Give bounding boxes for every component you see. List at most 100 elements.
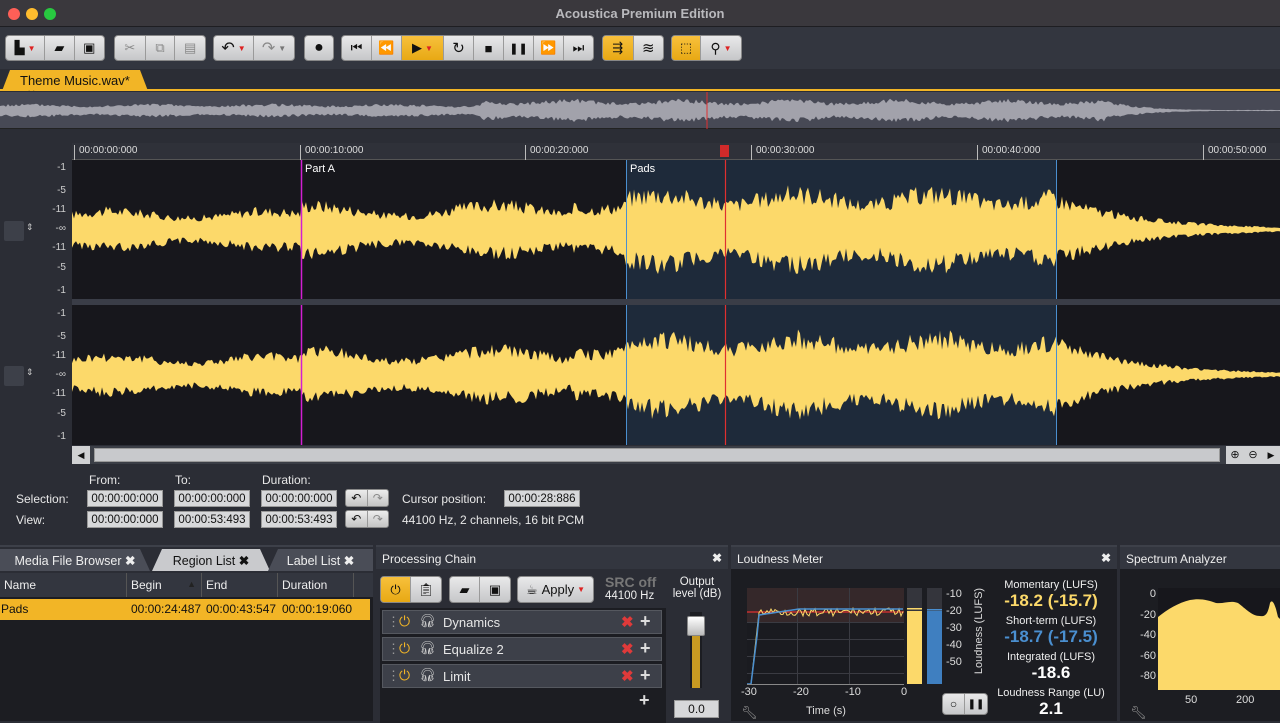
fast-forward-button[interactable]: ⏩ <box>534 36 564 60</box>
reset-meter-button[interactable]: ○ <box>943 694 965 714</box>
paste-button[interactable]: ▤ <box>175 36 205 60</box>
column-header-begin[interactable]: Begin ▲ <box>127 573 202 597</box>
zoom-tool-button[interactable]: ⚲ ▼ <box>701 36 741 60</box>
horizontal-scrollbar[interactable]: ◀ ⊕ ⊖ ▶ <box>72 446 1280 464</box>
add-effect-icon[interactable]: + <box>640 665 651 686</box>
headphones-icon[interactable]: 🎧︎ <box>419 613 436 629</box>
tab-media-file-browser[interactable]: Media File Browser ✖ <box>0 549 150 571</box>
cut-button[interactable]: ✂ <box>115 36 146 60</box>
close-tab-icon[interactable]: ✖ <box>239 554 249 568</box>
redo-button[interactable]: ↷ ▼ <box>254 36 294 60</box>
time-ruler[interactable]: 00:00:00:000 00:00:10:000 00:00:20:000 0… <box>72 143 1280 160</box>
chain-bypass-button[interactable]: ⏻ <box>381 577 411 602</box>
y-tick: -40 <box>1140 629 1156 641</box>
apply-button[interactable]: ☕︎ Apply ▼ <box>517 576 594 603</box>
wrench-icon[interactable]: 🔧︎ <box>1130 705 1147 721</box>
selection-duration-field[interactable]: 00:00:00:000 <box>261 490 337 507</box>
spectral-view-button[interactable]: ≋ <box>634 36 664 60</box>
channel-height-icon[interactable]: ⇕ <box>26 367 34 378</box>
remove-effect-icon[interactable]: ✖ <box>621 640 634 658</box>
effect-row[interactable]: ⋮ ⏻ 🎧︎ Equalize 2 ✖ + <box>382 637 662 661</box>
new-file-button[interactable]: ▙ ▼ <box>6 36 46 60</box>
headphones-icon[interactable]: 🎧︎ <box>419 640 436 656</box>
channel-height-icon[interactable]: ⇕ <box>26 222 34 233</box>
playhead-marker[interactable] <box>720 145 729 157</box>
add-effect-button[interactable]: + <box>639 690 650 711</box>
effect-power-icon[interactable]: ⏻ <box>399 613 410 630</box>
zoom-out-button[interactable]: ⊖ <box>1244 446 1262 464</box>
play-button[interactable]: ▶ ▼ <box>402 36 444 60</box>
save-button[interactable]: ▣ <box>75 36 104 60</box>
view-duration-field[interactable]: 00:00:53:493 <box>261 511 337 528</box>
loop-button[interactable]: ↻ <box>444 36 474 60</box>
pause-meter-button[interactable]: ❚❚ <box>965 694 987 714</box>
effect-row[interactable]: ⋮ ⏻ 🎧︎ Dynamics ✖ + <box>382 610 662 634</box>
chain-clipboard-button[interactable]: 📋︎ <box>411 577 441 602</box>
view-to-field[interactable]: 00:00:53:493 <box>174 511 250 528</box>
scrub-button[interactable]: ⇶ <box>603 36 634 60</box>
close-tab-icon[interactable]: ✖ <box>125 554 135 568</box>
view-redo-button[interactable]: ↷ <box>366 511 389 527</box>
close-panel-icon[interactable]: ✖ <box>712 551 722 565</box>
channel-left-toggle[interactable] <box>4 221 24 241</box>
channel-right-toggle[interactable] <box>4 366 24 386</box>
selection-to-field[interactable]: 00:00:00:000 <box>174 490 250 507</box>
wrench-icon[interactable]: 🔧︎ <box>741 705 758 721</box>
close-tab-icon[interactable]: ✖ <box>344 554 354 568</box>
amplitude-axis-left: -1 -5 -11 -∞ -11 -5 -1 <box>38 160 70 300</box>
effect-row[interactable]: ⋮ ⏻ 🎧︎ Limit ✖ + <box>382 664 662 688</box>
tab-label: Label List <box>286 554 341 568</box>
column-header-duration[interactable]: Duration <box>278 573 354 597</box>
tab-label-list[interactable]: Label List ✖ <box>268 549 373 571</box>
ruler-tick: 00:00:10:000 <box>300 145 363 160</box>
file-group: ▙ ▼ ▰ ▣ <box>5 35 105 61</box>
selection-undo-redo: ↶ ↷ <box>345 489 389 507</box>
selection-undo-button[interactable]: ↶ <box>346 490 367 506</box>
go-to-end-button[interactable]: ⏭ <box>564 36 593 60</box>
redo-icon: ↷ <box>261 40 276 57</box>
add-effect-icon[interactable]: + <box>640 638 651 659</box>
scroll-thumb[interactable] <box>94 448 1220 462</box>
scroll-right-button[interactable]: ▶ <box>1262 446 1280 464</box>
file-tab[interactable]: Theme Music.wav* ✖ <box>2 70 148 91</box>
apply-button-inner[interactable]: ☕︎ Apply ▼ <box>518 577 593 602</box>
record-button[interactable]: ● <box>305 36 333 60</box>
scroll-left-button[interactable]: ◀ <box>72 446 90 464</box>
chain-save-button[interactable]: ▣ <box>480 577 510 602</box>
axis-label: -5 <box>57 185 66 196</box>
waveform-channel-right[interactable] <box>72 305 1280 445</box>
pause-button[interactable]: ❚❚ <box>504 36 534 60</box>
chain-open-button[interactable]: ▰ <box>450 577 480 602</box>
folder-open-icon: ▰ <box>54 40 65 55</box>
stop-button[interactable]: ■ <box>474 36 504 60</box>
column-header-end[interactable]: End <box>202 573 278 597</box>
go-to-start-button[interactable]: ⏮ <box>342 36 372 60</box>
column-header-name[interactable]: Name <box>0 573 127 597</box>
close-panel-icon[interactable]: ✖ <box>1101 551 1111 565</box>
effect-power-icon[interactable]: ⏻ <box>399 640 410 657</box>
select-tool-button[interactable]: ⬚ <box>672 36 701 60</box>
selection-redo-button[interactable]: ↷ <box>366 490 389 506</box>
add-effect-icon[interactable]: + <box>640 611 651 632</box>
cursor-position-field[interactable]: 00:00:28:886 <box>504 490 580 507</box>
remove-effect-icon[interactable]: ✖ <box>621 667 634 685</box>
transport-group: ⏮ ⏪ ▶ ▼ ↻ ■ ❚❚ ⏩ ⏭ <box>341 35 594 61</box>
overview-waveform[interactable] <box>0 92 1280 129</box>
undo-button[interactable]: ↶ ▼ <box>214 36 255 60</box>
remove-effect-icon[interactable]: ✖ <box>621 613 634 631</box>
rewind-button[interactable]: ⏪ <box>372 36 402 60</box>
headphones-icon[interactable]: 🎧︎ <box>419 667 436 683</box>
tab-region-list[interactable]: Region List ✖ <box>152 549 270 571</box>
waveform-channel-left[interactable]: Part A Pads <box>72 160 1280 299</box>
output-level-slider-thumb[interactable] <box>687 615 705 636</box>
selection-from-field[interactable]: 00:00:00:000 <box>87 490 163 507</box>
region-row[interactable]: Pads 00:00:24:487 00:00:43:547 00:00:19:… <box>0 599 370 620</box>
zoom-in-button[interactable]: ⊕ <box>1226 446 1244 464</box>
copy-button[interactable]: ⧉ <box>146 36 176 60</box>
ruler-tick: 00:00:00:000 <box>74 145 137 160</box>
output-level-value[interactable]: 0.0 <box>674 700 719 718</box>
effect-power-icon[interactable]: ⏻ <box>399 667 410 684</box>
view-undo-button[interactable]: ↶ <box>346 511 367 527</box>
view-from-field[interactable]: 00:00:00:000 <box>87 511 163 528</box>
open-button[interactable]: ▰ <box>45 36 75 60</box>
